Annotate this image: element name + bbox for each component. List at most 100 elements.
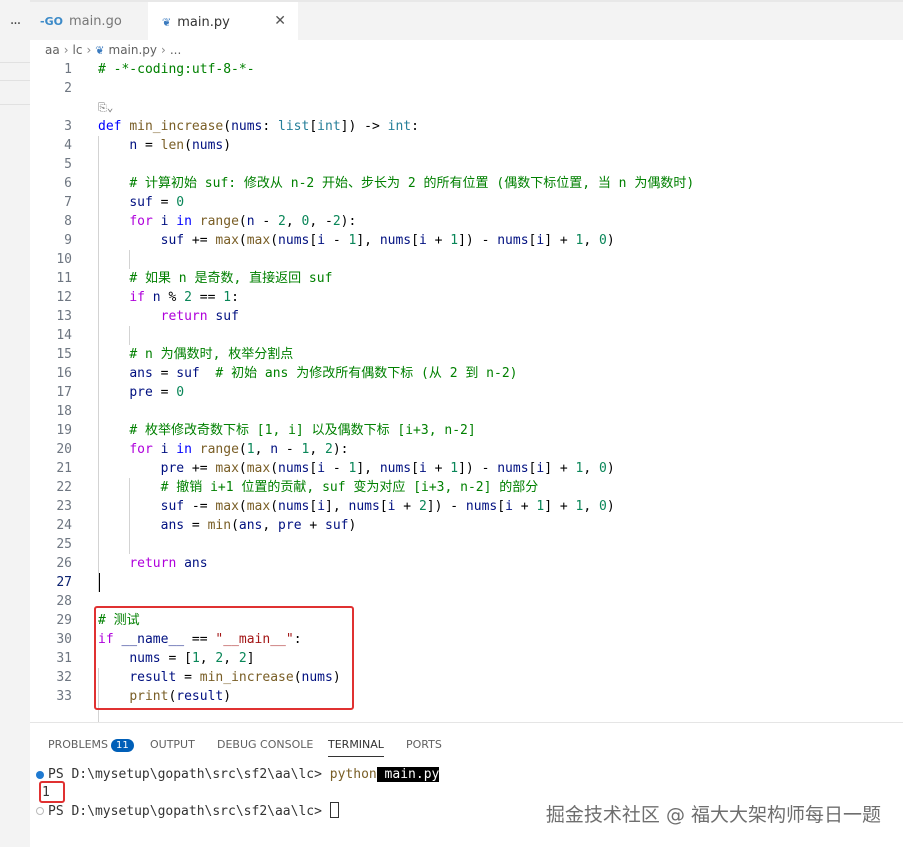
code-token: 1 [450, 461, 459, 476]
line-number: 27 [56, 575, 72, 590]
code-token: : [411, 119, 419, 134]
code-text: # 计算初始 suf: 修改从 n-2 开始、步长为 2 的所有位置 (偶数下标… [98, 174, 694, 193]
tab-ports[interactable]: PORTS [406, 738, 442, 751]
code-text: def min_increase(nums: list[int]) -> int… [98, 117, 419, 136]
terminal-argument: main.py [376, 767, 440, 782]
tab-output[interactable]: OUTPUT [150, 738, 195, 751]
line-number: 25 [56, 537, 72, 552]
line-number: 7 [64, 195, 72, 210]
more-actions-icon[interactable]: ... [0, 12, 30, 28]
line-number: 23 [56, 499, 72, 514]
code-token: range [199, 214, 239, 229]
code-token: int [317, 119, 341, 134]
code-token: nums [348, 499, 380, 514]
code-token: 2 [278, 214, 286, 229]
tab-label: main.go [68, 13, 122, 29]
code-token: = [152, 385, 177, 400]
code-token: max [215, 233, 239, 248]
code-line: 16 ans = suf # 初始 ans 为修改所有偶数下标 (从 2 到 n… [30, 364, 903, 383]
code-text: ans = min(ans, pre + suf) [98, 516, 357, 535]
code-token: int [387, 119, 412, 134]
code-token: ) [606, 461, 615, 476]
code-token: i [418, 233, 427, 248]
line-number: 33 [56, 689, 72, 704]
line-number: 11 [56, 271, 72, 286]
tab-terminal[interactable]: TERMINAL [328, 738, 384, 757]
code-token: max [246, 499, 271, 514]
code-token: max [246, 461, 271, 476]
tab-main-go[interactable]: -GO main.go [30, 2, 148, 40]
code-token: # 枚举修改奇数下标 [1, i] 以及偶数下标 [i+3, n-2] [129, 423, 476, 438]
code-line: 5 [30, 155, 903, 174]
code-token: 0 [599, 233, 607, 248]
code-line: 23 suf -= max(max(nums[i], nums[i + 2]) … [30, 497, 903, 516]
line-number: 20 [56, 442, 72, 457]
code-text: # -*-coding:utf-8-*- [98, 60, 255, 79]
breadcrumb-item[interactable]: ... [170, 43, 181, 57]
code-token: = [137, 138, 161, 153]
breadcrumb-item[interactable]: aa [45, 43, 60, 57]
chevron-right-icon: › [63, 43, 69, 57]
code-line: 22 # 撤销 i+1 位置的贡献, suf 变为对应 [i+3, n-2] 的… [30, 478, 903, 497]
code-token: max [246, 233, 271, 248]
indent-guide [98, 136, 99, 592]
code-token: return [160, 309, 208, 324]
breadcrumb: aa › lc › ❦ main.py › ... [30, 40, 903, 60]
code-token: # 计算初始 suf: 修改从 n-2 开始、步长为 2 的所有位置 (偶数下标… [129, 176, 695, 191]
terminal-command: python [329, 767, 377, 782]
code-token: : [262, 119, 279, 134]
code-token: n [129, 138, 138, 153]
code-token: range [199, 442, 239, 457]
code-token: 2 [184, 290, 192, 305]
code-token: 2 [325, 442, 333, 457]
code-token: n [246, 214, 255, 229]
codelens[interactable]: ⎘⌄ [98, 100, 113, 116]
code-token: ans [238, 518, 263, 533]
code-token: pre [278, 518, 302, 533]
code-token: ( [238, 461, 247, 476]
code-token: ( [238, 442, 247, 457]
tab-debug-console[interactable]: DEBUG CONSOLE [217, 738, 313, 751]
indent-guide [129, 478, 130, 554]
python-icon: ❦ [162, 15, 172, 29]
code-token: , [262, 518, 279, 533]
chevron-right-icon: › [86, 43, 92, 57]
code-token: - [325, 461, 349, 476]
code-token: suf [160, 499, 185, 514]
code-token: == [191, 290, 224, 305]
breadcrumb-item[interactable]: main.py [109, 43, 158, 57]
breadcrumb-item[interactable]: lc [73, 43, 83, 57]
code-text: # 撤销 i+1 位置的贡献, suf 变为对应 [i+3, n-2] 的部分 [98, 478, 539, 497]
code-token: nums [465, 499, 498, 514]
line-number: 31 [56, 651, 72, 666]
code-token: ]) -> [340, 119, 388, 134]
code-text: # 如果 n 是奇数, 直接返回 suf [98, 269, 332, 288]
go-icon: -GO [40, 14, 63, 28]
tab-problems[interactable]: PROBLEMS 11 [48, 738, 134, 752]
command-status-dot [36, 807, 44, 815]
code-text: if n % 2 == 1: [98, 288, 239, 307]
code-token: pre [129, 385, 153, 400]
tab-main-py[interactable]: ❦ main.py ✕ [148, 2, 298, 42]
close-icon[interactable]: ✕ [274, 13, 286, 29]
terminal-line: PS D:\mysetup\gopath\src\sf2\aa\lc> pyth… [48, 766, 440, 784]
code-token: in [176, 442, 192, 457]
bottom-panel: PROBLEMS 11 OUTPUT DEBUG CONSOLE TERMINAL… [30, 722, 903, 847]
code-text: suf = 0 [98, 193, 184, 212]
watermark: 掘金技术社区 @ 福大大架构师每日一题 [545, 804, 881, 826]
code-token: 0 [176, 195, 185, 210]
code-token: [ [411, 233, 419, 248]
python-icon: ❦ [95, 43, 105, 57]
chevron-right-icon: › [161, 43, 166, 57]
code-token: ) [348, 518, 357, 533]
code-token: suf [215, 309, 239, 324]
code-token: nums [231, 119, 263, 134]
code-token: ]) - [458, 233, 498, 248]
code-token: [ [309, 119, 318, 134]
